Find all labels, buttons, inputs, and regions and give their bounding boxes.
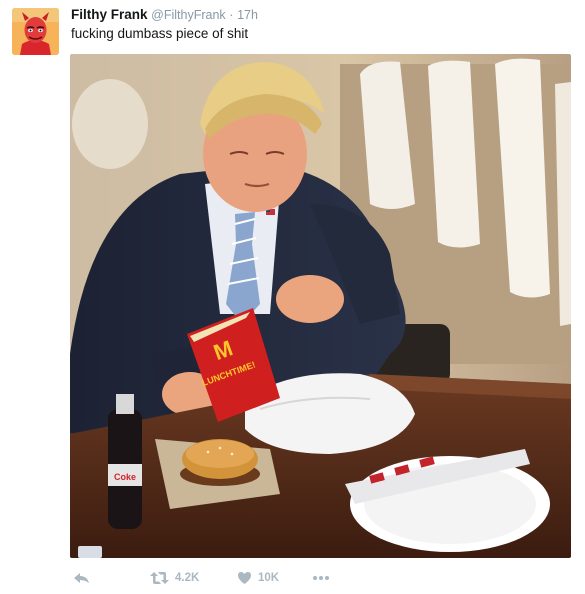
- retweet-button[interactable]: 4.2K: [150, 568, 199, 588]
- like-button[interactable]: 10K: [237, 568, 279, 588]
- reply-button[interactable]: [73, 568, 90, 588]
- reply-icon: [74, 573, 89, 583]
- more-dots-icon: [313, 576, 329, 580]
- retweet-count: 4.2K: [175, 572, 200, 584]
- more-button[interactable]: [312, 568, 330, 588]
- heart-icon: [238, 572, 251, 584]
- tweet-photo[interactable]: M LUNCHTIME! Coke: [70, 54, 571, 558]
- author-name[interactable]: Filthy Frank: [71, 7, 148, 22]
- tweet-text: fucking dumbass piece of shit: [71, 26, 249, 41]
- like-count: 10K: [258, 572, 280, 584]
- tweet-actions: 4.2K 10K: [70, 568, 370, 588]
- retweet-icon: [150, 572, 169, 584]
- photo-illustration: M LUNCHTIME! Coke: [70, 54, 571, 558]
- tweet-header: Filthy Frank @FilthyFrank · 17h: [71, 7, 258, 23]
- author-handle[interactable]: @FilthyFrank: [151, 8, 226, 22]
- tweet: Filthy Frank @FilthyFrank · 17h fucking …: [0, 0, 585, 594]
- author-avatar[interactable]: [12, 8, 59, 55]
- devil-avatar-icon: [12, 8, 59, 55]
- meta-separator: ·: [229, 8, 234, 22]
- bottle-label: Coke: [114, 472, 136, 482]
- tweet-timestamp[interactable]: 17h: [237, 8, 258, 22]
